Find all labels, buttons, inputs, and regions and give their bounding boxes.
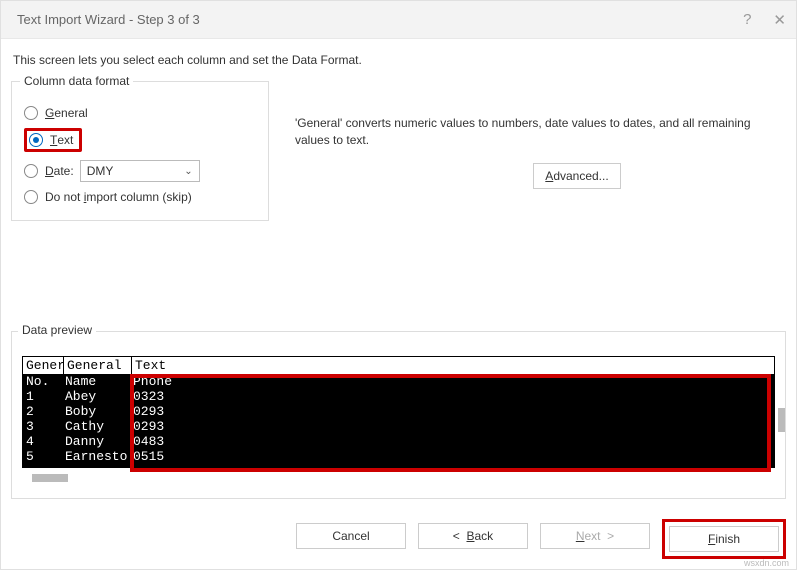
radio-text-label: ext	[57, 133, 73, 147]
general-description: 'General' converts numeric values to num…	[295, 115, 786, 149]
help-icon[interactable]: ?	[743, 11, 751, 29]
date-format-select[interactable]: DMY ⌄	[80, 160, 200, 182]
next-button: Next >	[540, 523, 650, 549]
col-header-0[interactable]: Gener	[22, 356, 64, 375]
preview-data-block: No.NamePhone 1Abey0323 2Boby0293 3Cathy0…	[22, 375, 775, 468]
table-row[interactable]: No.NamePhone	[23, 375, 774, 390]
finish-button[interactable]: Finish	[669, 526, 779, 552]
titlebar: Text Import Wizard - Step 3 of 3 ? ✕	[1, 1, 796, 39]
radio-text[interactable]: Text	[22, 124, 258, 156]
intro-text: This screen lets you select each column …	[11, 53, 786, 67]
table-row[interactable]: 3Cathy0293	[23, 420, 774, 435]
radio-icon	[24, 190, 38, 204]
highlight-finish: Finish	[662, 519, 786, 559]
table-row[interactable]: 2Boby0293	[23, 405, 774, 420]
table-row[interactable]: 5Earnesto0515	[23, 450, 774, 465]
text-import-wizard-dialog: Text Import Wizard - Step 3 of 3 ? ✕ Thi…	[0, 0, 797, 570]
radio-icon	[29, 133, 43, 147]
radio-date[interactable]: Date: DMY ⌄	[22, 156, 258, 186]
data-preview-group: Data preview Gener General Text No.NameP…	[11, 331, 786, 499]
col-header-2[interactable]: Text	[132, 356, 775, 375]
watermark: wsxdn.com	[744, 558, 789, 568]
chevron-down-icon: ⌄	[184, 166, 192, 177]
column-format-legend: Column data format	[20, 74, 133, 88]
advanced-label: dvanced...	[553, 169, 608, 183]
date-format-value: DMY	[87, 164, 114, 178]
close-icon[interactable]: ✕	[773, 11, 786, 29]
advanced-button[interactable]: Advanced...	[533, 163, 621, 189]
button-bar: Cancel < Back Next > Finish	[1, 511, 796, 569]
scrollbar-thumb[interactable]	[32, 474, 68, 482]
horizontal-scrollbar[interactable]	[22, 472, 775, 484]
column-data-format-group: Column data format General Text Date: DM	[11, 81, 269, 221]
col-header-1[interactable]: General	[64, 356, 132, 375]
radio-icon	[24, 106, 38, 120]
radio-general[interactable]: General	[22, 102, 258, 124]
cancel-button[interactable]: Cancel	[296, 523, 406, 549]
table-row[interactable]: 1Abey0323	[23, 390, 774, 405]
radio-general-label: eneral	[54, 106, 87, 120]
radio-date-label: ate:	[54, 164, 74, 178]
radio-icon	[24, 164, 38, 178]
preview-header-row: Gener General Text	[22, 356, 775, 375]
table-row[interactable]: 4Danny0483	[23, 435, 774, 450]
radio-skip-label: Do not import column (skip)	[45, 190, 192, 204]
vertical-scrollbar[interactable]	[778, 408, 785, 432]
dialog-title: Text Import Wizard - Step 3 of 3	[17, 12, 743, 27]
back-button[interactable]: < Back	[418, 523, 528, 549]
data-preview-legend: Data preview	[18, 323, 96, 337]
radio-skip[interactable]: Do not import column (skip)	[22, 186, 258, 208]
